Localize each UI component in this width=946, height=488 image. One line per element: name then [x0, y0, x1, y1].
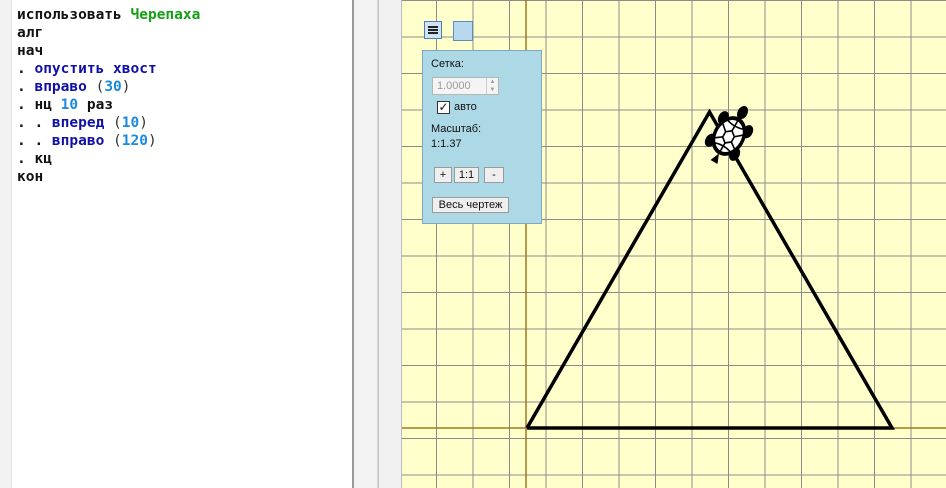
- code-token: опустить хвост: [34, 61, 157, 77]
- code-token: (: [86, 79, 105, 95]
- code-token: алг: [17, 25, 44, 41]
- fit-drawing-button[interactable]: Весь чертеж: [432, 197, 509, 213]
- checkmark-icon: ✓: [438, 100, 449, 114]
- code-token: ): [139, 115, 148, 131]
- code-token: ): [147, 133, 157, 149]
- code-line: кон: [17, 168, 200, 186]
- settings-panel: Сетка: ▲ ▼ ✓ авто Масштаб: 1:1.37 + 1:1 …: [422, 50, 542, 224]
- code-line: . опустить хвост: [17, 60, 200, 78]
- code-token: ): [121, 79, 131, 95]
- view-square-button[interactable]: [453, 21, 473, 41]
- hamburger-icon: [428, 26, 438, 34]
- grid-spinbox[interactable]: ▲ ▼: [432, 77, 499, 95]
- code-token: .: [17, 151, 35, 167]
- code-line: . кц: [17, 150, 200, 168]
- code-editor[interactable]: использовать Черепаха алг нач. опустить хв…: [0, 0, 352, 488]
- code-token: раз: [78, 97, 114, 113]
- code-line: нач: [17, 42, 200, 60]
- code-token: (: [104, 115, 122, 131]
- code-token: .: [17, 79, 35, 95]
- grid-input[interactable]: [433, 78, 487, 94]
- code-token: . .: [17, 115, 52, 131]
- code-token: кц: [34, 151, 52, 167]
- zoom-in-button[interactable]: +: [434, 167, 452, 183]
- menu-toggle-button[interactable]: [424, 21, 442, 39]
- code-token: вперед: [51, 115, 105, 131]
- code-line: . вправо (30): [17, 78, 200, 96]
- grid-label: Сетка:: [431, 58, 464, 70]
- code-token: вправо: [34, 79, 87, 95]
- code-token: .: [17, 61, 35, 77]
- code-token: нач: [17, 43, 44, 59]
- scale-label: Масштаб:: [431, 123, 482, 135]
- code-line: . . вправо (120): [17, 132, 200, 150]
- spin-arrows[interactable]: ▲ ▼: [486, 78, 498, 94]
- auto-label: авто: [454, 101, 477, 113]
- code-token: 30: [104, 79, 122, 95]
- code-line: алг: [17, 24, 200, 42]
- pane-splitter[interactable]: [378, 0, 402, 488]
- triangle-path: [525, 108, 896, 430]
- code-token: вправо: [51, 133, 105, 149]
- zoom-reset-button[interactable]: 1:1: [454, 167, 479, 183]
- code-token: 10: [60, 97, 79, 113]
- code-token: Черепаха: [130, 7, 201, 23]
- code-line: использовать Черепаха: [17, 6, 200, 24]
- editor-vertical-scrollbar[interactable]: [352, 0, 378, 488]
- scale-value: 1:1.37: [431, 138, 462, 150]
- code-token: нц: [34, 97, 61, 113]
- code-line: . нц 10 раз: [17, 96, 200, 114]
- code-token: 10: [121, 115, 140, 131]
- code-token: .: [17, 97, 35, 113]
- spin-down-icon[interactable]: ▼: [487, 86, 498, 94]
- code-token: . .: [17, 133, 52, 149]
- code-token: использовать: [17, 7, 131, 23]
- zoom-out-button[interactable]: -: [484, 167, 504, 183]
- code-lines: использовать Черепаха алг нач. опустить хв…: [17, 6, 200, 186]
- code-token: 120: [121, 133, 148, 149]
- code-token: (: [104, 133, 122, 149]
- code-token: кон: [17, 169, 44, 185]
- editor-gutter: [0, 0, 12, 488]
- spin-up-icon[interactable]: ▲: [487, 78, 498, 86]
- auto-checkbox[interactable]: ✓: [437, 101, 450, 114]
- code-line: . . вперед (10): [17, 114, 200, 132]
- turtle-icon: [704, 106, 754, 164]
